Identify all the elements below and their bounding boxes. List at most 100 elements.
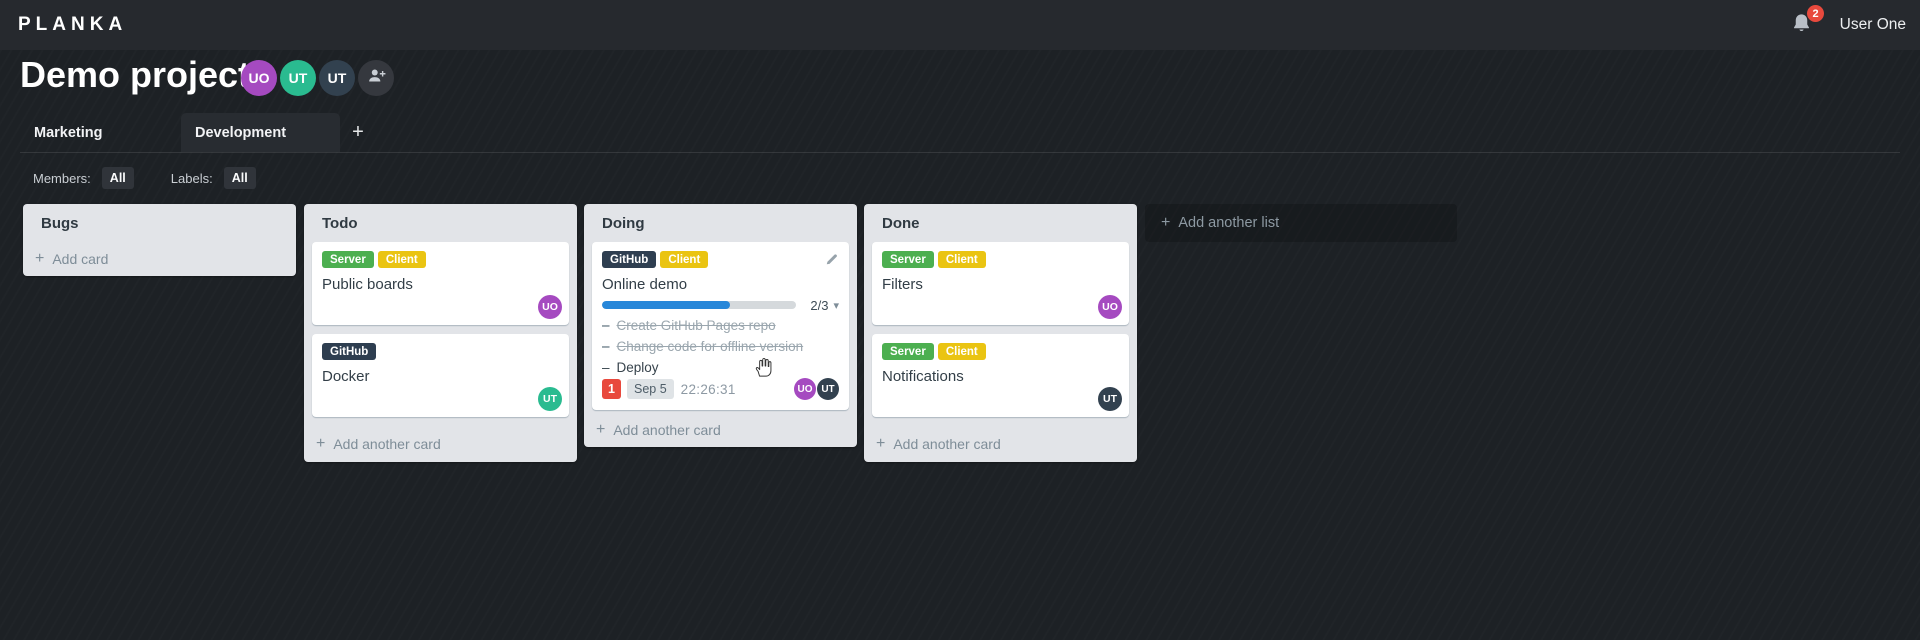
task-list: – Create GitHub Pages repo – Change code…	[602, 315, 839, 378]
top-bar: PLANKA 2 User One	[0, 0, 1920, 50]
progress-count: 2/3	[810, 297, 829, 313]
plus-icon: +	[352, 121, 364, 143]
list-title[interactable]: Done	[864, 204, 1137, 242]
label-row: Server Client	[322, 251, 559, 268]
due-date-badge[interactable]: Sep 5	[627, 379, 674, 399]
task-item: – Change code for offline version	[602, 336, 839, 357]
card-members: UO UT	[794, 378, 839, 400]
tasks-progress: 2/3 ▾	[602, 297, 839, 313]
dash-icon: –	[602, 339, 610, 354]
chevron-down-icon[interactable]: ▾	[833, 299, 839, 312]
label-chip: Client	[937, 343, 986, 360]
board-tabs: Marketing Development +	[0, 113, 1920, 152]
plus-icon: +	[876, 435, 886, 452]
avatar: UO	[1098, 295, 1122, 319]
card-stack: Server Client Filters UO Server Client N…	[864, 242, 1137, 417]
label-row: Server Client	[882, 343, 1119, 360]
list-title[interactable]: Bugs	[23, 204, 296, 242]
list-title[interactable]: Todo	[304, 204, 577, 242]
labels-filter-label: Labels:	[170, 170, 213, 186]
add-card-button[interactable]: + Add card	[23, 242, 296, 276]
labels-filter-button[interactable]: All	[223, 167, 256, 189]
label-chip: GitHub	[602, 251, 657, 268]
edit-card-icon[interactable]	[825, 252, 839, 266]
task-text: Change code for offline version	[616, 339, 804, 354]
plus-icon: +	[35, 250, 45, 267]
card-title: Notifications	[882, 368, 964, 385]
avatar: UT	[1098, 387, 1122, 411]
card[interactable]: Server Client Notifications UT	[872, 334, 1129, 417]
card-notification-badge: 1	[602, 379, 621, 399]
card-title: Online demo	[602, 276, 688, 293]
add-member-button[interactable]	[358, 60, 394, 96]
card-stack: GitHub Client Online demo 2/3 ▾ – Create…	[584, 242, 857, 410]
avatar: UO	[794, 378, 816, 400]
members-filter-label: Members:	[33, 170, 91, 186]
user-menu[interactable]: User One	[1840, 0, 1906, 50]
avatar: UT	[817, 378, 839, 400]
label-row: Server Client	[882, 251, 1119, 268]
progress-bar	[602, 301, 796, 309]
label-chip: Server	[882, 343, 934, 360]
card-title: Public boards	[322, 276, 413, 293]
label-row: GitHub	[322, 343, 559, 360]
avatar[interactable]: UT	[319, 60, 355, 96]
card[interactable]: Server Client Public boards UO	[312, 242, 569, 325]
add-list-label: Add another list	[1178, 215, 1280, 231]
add-card-label: Add another card	[613, 422, 721, 438]
dash-icon: –	[602, 360, 610, 375]
task-text: Create GitHub Pages repo	[616, 318, 776, 333]
project-title[interactable]: Demo project	[20, 53, 250, 97]
notifications-button[interactable]: 2	[1790, 5, 1824, 40]
plus-icon: +	[1161, 214, 1171, 231]
avatar: UO	[538, 295, 562, 319]
avatar[interactable]: UT	[280, 60, 316, 96]
plus-icon: +	[316, 435, 326, 452]
add-card-label: Add card	[52, 251, 109, 267]
add-card-label: Add another card	[893, 436, 1001, 452]
notification-badge: 2	[1807, 5, 1824, 22]
list-done: Done Server Client Filters UO Server Cli…	[864, 204, 1137, 462]
list-doing: Doing GitHub Client Online demo 2/3 ▾ – …	[584, 204, 857, 447]
label-chip: Client	[937, 251, 986, 268]
add-board-button[interactable]: +	[345, 113, 371, 152]
card[interactable]: Server Client Filters UO	[872, 242, 1129, 325]
add-card-label: Add another card	[333, 436, 441, 452]
list-title[interactable]: Doing	[584, 204, 857, 242]
label-chip: Server	[882, 251, 934, 268]
task-item: – Deploy	[602, 357, 839, 378]
planka-logo[interactable]: PLANKA	[18, 14, 127, 36]
label-chip: Client	[660, 251, 709, 268]
dash-icon: –	[602, 318, 610, 333]
card-title: Filters	[882, 276, 923, 293]
add-card-button[interactable]: + Add another card	[864, 417, 1137, 462]
timer-value[interactable]: 22:26:31	[681, 382, 736, 397]
avatar: UT	[538, 387, 562, 411]
tabs-divider	[20, 152, 1900, 153]
add-list-button[interactable]: + Add another list	[1145, 204, 1457, 242]
plus-icon: +	[596, 421, 606, 438]
members-filter-button[interactable]: All	[101, 167, 134, 189]
card-stack: Server Client Public boards UO GitHub Do…	[304, 242, 577, 417]
list-todo: Todo Server Client Public boards UO GitH…	[304, 204, 577, 462]
label-chip: GitHub	[322, 343, 377, 360]
planka-app: PLANKA 2 User One Demo project UO UT UT	[0, 0, 1920, 640]
filter-bar: Members: All Labels: All	[33, 166, 256, 190]
card-badges: 1 Sep 5 22:26:31 UO UT	[602, 378, 839, 400]
label-chip: Client	[377, 251, 426, 268]
label-chip: Server	[322, 251, 374, 268]
list-bugs: Bugs + Add card	[23, 204, 296, 276]
tab-development[interactable]: Development	[181, 113, 340, 152]
card[interactable]: GitHub Docker UT	[312, 334, 569, 417]
label-row: GitHub Client	[602, 251, 839, 268]
person-add-icon	[366, 65, 387, 91]
project-members: UO UT UT	[241, 60, 394, 96]
tab-marketing[interactable]: Marketing	[34, 113, 103, 152]
avatar[interactable]: UO	[241, 60, 277, 96]
task-item: – Create GitHub Pages repo	[602, 315, 839, 336]
add-card-button[interactable]: + Add another card	[304, 417, 577, 462]
bell-icon	[1790, 14, 1813, 40]
add-card-button[interactable]: + Add another card	[584, 410, 857, 447]
card[interactable]: GitHub Client Online demo 2/3 ▾ – Create…	[592, 242, 849, 410]
task-text: Deploy	[616, 360, 659, 375]
